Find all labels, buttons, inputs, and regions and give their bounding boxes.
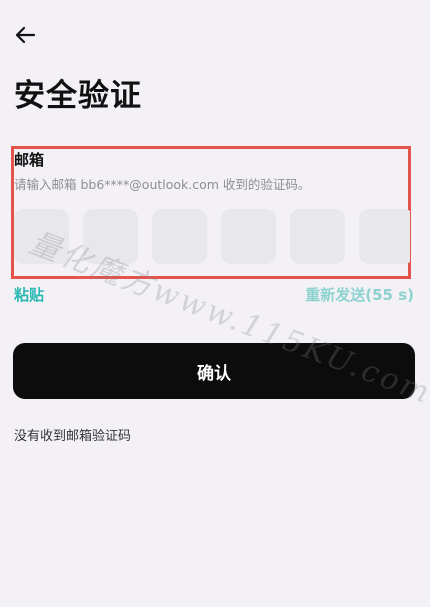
code-digit-2[interactable] bbox=[83, 209, 138, 264]
back-button[interactable] bbox=[12, 24, 38, 50]
email-hint: 请输入邮箱 bb6****@outlook.com 收到的验证码。 bbox=[14, 177, 311, 192]
code-digit-1[interactable] bbox=[14, 209, 69, 264]
arrow-left-icon bbox=[14, 24, 36, 50]
page-title: 安全验证 bbox=[14, 78, 142, 114]
resend-button[interactable]: 重新发送(55 s) bbox=[305, 285, 414, 305]
confirm-button[interactable]: 确认 bbox=[13, 343, 415, 399]
code-digit-3[interactable] bbox=[152, 209, 207, 264]
code-input-group bbox=[14, 209, 410, 265]
no-code-link[interactable]: 没有收到邮箱验证码 bbox=[14, 428, 131, 446]
code-digit-6[interactable] bbox=[359, 209, 410, 264]
code-digit-5[interactable] bbox=[290, 209, 345, 264]
email-label: 邮箱 bbox=[14, 151, 45, 169]
paste-button[interactable]: 粘贴 bbox=[14, 285, 44, 305]
code-digit-4[interactable] bbox=[221, 209, 276, 264]
